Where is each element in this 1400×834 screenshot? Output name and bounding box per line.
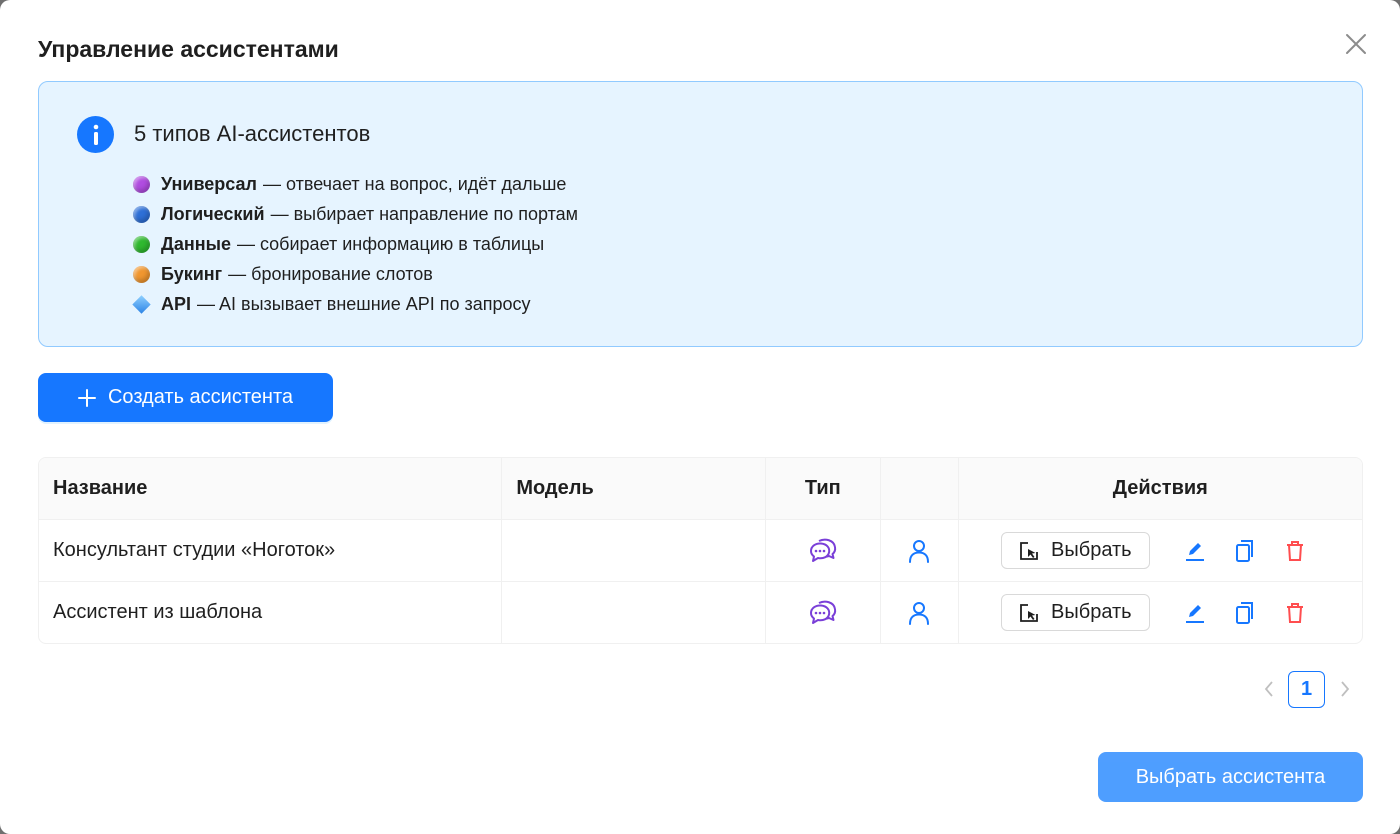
delete-button[interactable] — [1283, 539, 1307, 563]
green-circle-icon — [133, 235, 150, 253]
copy-button[interactable] — [1233, 601, 1257, 625]
owner-cell — [881, 582, 959, 643]
select-label: Выбрать — [1051, 539, 1132, 561]
edit-button[interactable] — [1183, 539, 1207, 563]
type-description: — отвечает на вопрос, идёт дальше — [262, 173, 567, 194]
edit-icon — [1185, 542, 1204, 561]
select-cursor-icon — [1020, 603, 1038, 622]
type-item-universal: Универсал — отвечает на вопрос, идёт дал… — [133, 169, 578, 199]
delete-button[interactable] — [1283, 601, 1307, 625]
user-icon[interactable] — [908, 539, 930, 563]
type-cell — [766, 520, 881, 581]
info-alert: 5 типов AI-ассистентов Универсал — отвеч… — [38, 81, 1363, 347]
owner-cell — [881, 520, 959, 581]
column-header-name: Название — [39, 458, 503, 519]
purple-circle-icon — [133, 175, 150, 193]
type-name: Логический — [161, 203, 265, 224]
edit-icon — [1185, 604, 1204, 623]
choose-assistant-button[interactable]: Выбрать ассистента — [1098, 752, 1363, 802]
chevron-right-icon — [1341, 681, 1350, 697]
modal-title: Управление ассистентами — [38, 36, 339, 62]
table-row: Консультант студии «Ноготок» Выбрать — [39, 519, 1362, 581]
info-title: 5 типов AI-ассистентов — [134, 121, 371, 146]
edit-button[interactable] — [1183, 601, 1207, 625]
column-header-type: Тип — [766, 458, 881, 519]
type-description: — бронирование слотов — [228, 263, 433, 284]
pagination-next-button[interactable] — [1333, 676, 1357, 702]
type-name: Универсал — [161, 173, 257, 194]
trash-icon — [1286, 540, 1303, 561]
assistant-management-modal: Управление ассистентами 5 типов AI-ассис… — [0, 0, 1400, 834]
type-name: API — [161, 293, 192, 314]
select-label: Выбрать — [1051, 601, 1132, 623]
type-description: — выбирает направление по портам — [270, 203, 579, 224]
pagination-prev-button[interactable] — [1257, 676, 1281, 702]
assistant-name: Ассистент из шаблона — [39, 582, 503, 643]
chat-bubble-icon — [809, 538, 836, 562]
actions-cell: Выбрать — [959, 582, 1362, 643]
column-header-model: Модель — [502, 458, 766, 519]
plus-icon — [77, 388, 96, 407]
assistant-name: Консультант студии «Ноготок» — [39, 520, 503, 581]
user-icon[interactable] — [908, 601, 930, 625]
trash-icon — [1286, 602, 1303, 623]
chevron-left-icon — [1264, 681, 1273, 697]
select-cursor-icon — [1020, 541, 1038, 560]
info-icon — [77, 116, 114, 153]
column-header-owner — [881, 458, 959, 519]
copy-icon — [1235, 601, 1253, 624]
type-item-data: Данные — собирает информацию в таблицы — [133, 229, 578, 259]
select-button[interactable]: Выбрать — [1000, 532, 1150, 569]
type-item-logical: Логический — выбирает направление по пор… — [133, 199, 578, 229]
type-item-api: API — AI вызывает внешние API по запросу — [132, 289, 578, 319]
close-icon — [1346, 34, 1366, 54]
table-header: Название Модель Тип Действия — [39, 458, 1362, 519]
blue-diamond-icon — [132, 294, 151, 314]
select-button[interactable]: Выбрать — [1000, 594, 1150, 631]
close-button[interactable] — [1342, 30, 1370, 58]
actions-cell: Выбрать — [959, 520, 1362, 581]
copy-button[interactable] — [1233, 539, 1257, 563]
copy-icon — [1235, 539, 1253, 562]
type-name: Букинг — [161, 263, 223, 284]
column-header-actions: Действия — [1112, 477, 1208, 499]
assistants-table: Название Модель Тип Действия Консультант… — [38, 457, 1363, 644]
type-description: — AI вызывает внешние API по запросу — [197, 293, 531, 314]
type-item-booking: Букинг — бронирование слотов — [133, 259, 578, 289]
pagination-page-1[interactable]: 1 — [1288, 671, 1325, 708]
blue-circle-icon — [133, 205, 150, 223]
create-assistant-label: Создать ассистента — [107, 386, 294, 408]
assistant-type-list: Универсал — отвечает на вопрос, идёт дал… — [132, 169, 578, 319]
assistant-model — [502, 520, 766, 581]
type-cell — [766, 582, 881, 643]
assistant-model — [502, 582, 766, 643]
type-description: — собирает информацию в таблицы — [236, 233, 545, 254]
type-name: Данные — [161, 233, 231, 254]
create-assistant-button[interactable]: Создать ассистента — [38, 373, 333, 422]
orange-circle-icon — [133, 265, 150, 283]
table-row: Ассистент из шаблона Выбрать — [39, 581, 1362, 643]
chat-bubble-icon — [809, 600, 836, 624]
